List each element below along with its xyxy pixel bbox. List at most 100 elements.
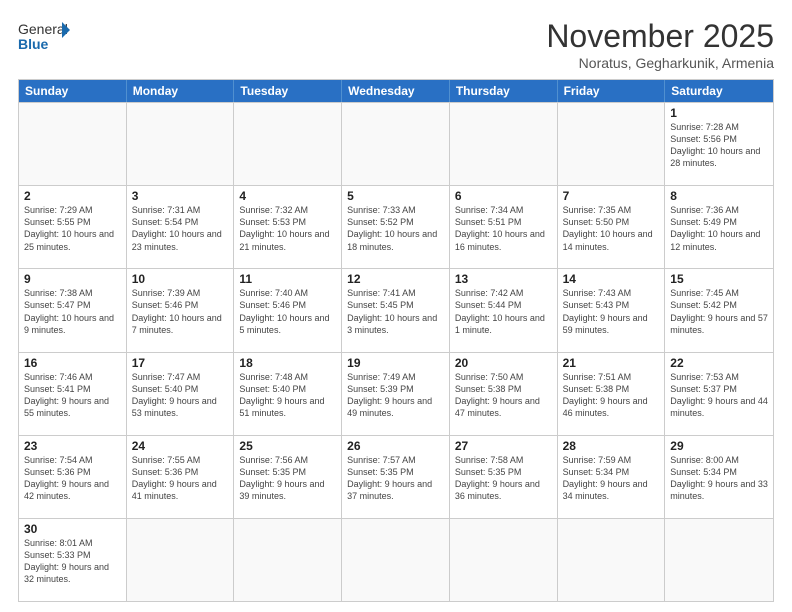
day-info: Sunrise: 7:40 AM Sunset: 5:46 PM Dayligh… <box>239 287 336 336</box>
day-22: 22Sunrise: 7:53 AM Sunset: 5:37 PM Dayli… <box>665 353 773 435</box>
calendar-week-6: 30Sunrise: 8:01 AM Sunset: 5:33 PM Dayli… <box>19 518 773 601</box>
day-info: Sunrise: 7:51 AM Sunset: 5:38 PM Dayligh… <box>563 371 660 420</box>
day-8: 8Sunrise: 7:36 AM Sunset: 5:49 PM Daylig… <box>665 186 773 268</box>
day-number: 10 <box>132 272 229 286</box>
empty-cell-w0-c1 <box>127 103 235 185</box>
day-number: 23 <box>24 439 121 453</box>
day-number: 22 <box>670 356 768 370</box>
day-info: Sunrise: 7:58 AM Sunset: 5:35 PM Dayligh… <box>455 454 552 503</box>
day-info: Sunrise: 7:59 AM Sunset: 5:34 PM Dayligh… <box>563 454 660 503</box>
calendar: Sunday Monday Tuesday Wednesday Thursday… <box>18 79 774 602</box>
day-info: Sunrise: 7:31 AM Sunset: 5:54 PM Dayligh… <box>132 204 229 253</box>
day-number: 13 <box>455 272 552 286</box>
calendar-week-2: 2Sunrise: 7:29 AM Sunset: 5:55 PM Daylig… <box>19 185 773 268</box>
day-number: 8 <box>670 189 768 203</box>
day-info: Sunrise: 7:29 AM Sunset: 5:55 PM Dayligh… <box>24 204 121 253</box>
day-number: 17 <box>132 356 229 370</box>
day-26: 26Sunrise: 7:57 AM Sunset: 5:35 PM Dayli… <box>342 436 450 518</box>
title-block: November 2025 Noratus, Gegharkunik, Arme… <box>546 18 774 71</box>
empty-cell-w0-c4 <box>450 103 558 185</box>
day-number: 7 <box>563 189 660 203</box>
day-9: 9Sunrise: 7:38 AM Sunset: 5:47 PM Daylig… <box>19 269 127 351</box>
day-14: 14Sunrise: 7:43 AM Sunset: 5:43 PM Dayli… <box>558 269 666 351</box>
day-24: 24Sunrise: 7:55 AM Sunset: 5:36 PM Dayli… <box>127 436 235 518</box>
day-3: 3Sunrise: 7:31 AM Sunset: 5:54 PM Daylig… <box>127 186 235 268</box>
day-12: 12Sunrise: 7:41 AM Sunset: 5:45 PM Dayli… <box>342 269 450 351</box>
day-info: Sunrise: 7:43 AM Sunset: 5:43 PM Dayligh… <box>563 287 660 336</box>
day-info: Sunrise: 8:00 AM Sunset: 5:34 PM Dayligh… <box>670 454 768 503</box>
day-info: Sunrise: 7:46 AM Sunset: 5:41 PM Dayligh… <box>24 371 121 420</box>
day-number: 20 <box>455 356 552 370</box>
month-title: November 2025 <box>546 18 774 55</box>
calendar-week-1: 1Sunrise: 7:28 AM Sunset: 5:56 PM Daylig… <box>19 102 773 185</box>
day-21: 21Sunrise: 7:51 AM Sunset: 5:38 PM Dayli… <box>558 353 666 435</box>
day-info: Sunrise: 7:32 AM Sunset: 5:53 PM Dayligh… <box>239 204 336 253</box>
day-number: 16 <box>24 356 121 370</box>
day-number: 6 <box>455 189 552 203</box>
svg-text:General: General <box>18 21 68 37</box>
day-18: 18Sunrise: 7:48 AM Sunset: 5:40 PM Dayli… <box>234 353 342 435</box>
day-info: Sunrise: 7:38 AM Sunset: 5:47 PM Dayligh… <box>24 287 121 336</box>
day-17: 17Sunrise: 7:47 AM Sunset: 5:40 PM Dayli… <box>127 353 235 435</box>
day-info: Sunrise: 7:42 AM Sunset: 5:44 PM Dayligh… <box>455 287 552 336</box>
header-sunday: Sunday <box>19 80 127 102</box>
day-10: 10Sunrise: 7:39 AM Sunset: 5:46 PM Dayli… <box>127 269 235 351</box>
day-number: 12 <box>347 272 444 286</box>
day-number: 25 <box>239 439 336 453</box>
day-number: 27 <box>455 439 552 453</box>
day-number: 5 <box>347 189 444 203</box>
location: Noratus, Gegharkunik, Armenia <box>546 55 774 71</box>
day-info: Sunrise: 7:55 AM Sunset: 5:36 PM Dayligh… <box>132 454 229 503</box>
day-number: 11 <box>239 272 336 286</box>
calendar-week-4: 16Sunrise: 7:46 AM Sunset: 5:41 PM Dayli… <box>19 352 773 435</box>
day-info: Sunrise: 7:28 AM Sunset: 5:56 PM Dayligh… <box>670 121 768 170</box>
empty-cell-w5-c4 <box>450 519 558 601</box>
day-2: 2Sunrise: 7:29 AM Sunset: 5:55 PM Daylig… <box>19 186 127 268</box>
day-number: 4 <box>239 189 336 203</box>
day-number: 30 <box>24 522 121 536</box>
day-info: Sunrise: 7:56 AM Sunset: 5:35 PM Dayligh… <box>239 454 336 503</box>
empty-cell-w0-c2 <box>234 103 342 185</box>
day-number: 29 <box>670 439 768 453</box>
day-27: 27Sunrise: 7:58 AM Sunset: 5:35 PM Dayli… <box>450 436 558 518</box>
day-number: 9 <box>24 272 121 286</box>
empty-cell-w0-c0 <box>19 103 127 185</box>
day-15: 15Sunrise: 7:45 AM Sunset: 5:42 PM Dayli… <box>665 269 773 351</box>
day-info: Sunrise: 7:34 AM Sunset: 5:51 PM Dayligh… <box>455 204 552 253</box>
day-info: Sunrise: 7:41 AM Sunset: 5:45 PM Dayligh… <box>347 287 444 336</box>
day-info: Sunrise: 7:57 AM Sunset: 5:35 PM Dayligh… <box>347 454 444 503</box>
header-wednesday: Wednesday <box>342 80 450 102</box>
calendar-header: Sunday Monday Tuesday Wednesday Thursday… <box>19 80 773 102</box>
calendar-week-3: 9Sunrise: 7:38 AM Sunset: 5:47 PM Daylig… <box>19 268 773 351</box>
page: General Blue November 2025 Noratus, Gegh… <box>0 0 792 612</box>
day-info: Sunrise: 7:45 AM Sunset: 5:42 PM Dayligh… <box>670 287 768 336</box>
empty-cell-w5-c1 <box>127 519 235 601</box>
day-29: 29Sunrise: 8:00 AM Sunset: 5:34 PM Dayli… <box>665 436 773 518</box>
day-info: Sunrise: 7:50 AM Sunset: 5:38 PM Dayligh… <box>455 371 552 420</box>
day-7: 7Sunrise: 7:35 AM Sunset: 5:50 PM Daylig… <box>558 186 666 268</box>
day-number: 28 <box>563 439 660 453</box>
day-20: 20Sunrise: 7:50 AM Sunset: 5:38 PM Dayli… <box>450 353 558 435</box>
day-16: 16Sunrise: 7:46 AM Sunset: 5:41 PM Dayli… <box>19 353 127 435</box>
day-25: 25Sunrise: 7:56 AM Sunset: 5:35 PM Dayli… <box>234 436 342 518</box>
day-info: Sunrise: 7:33 AM Sunset: 5:52 PM Dayligh… <box>347 204 444 253</box>
day-28: 28Sunrise: 7:59 AM Sunset: 5:34 PM Dayli… <box>558 436 666 518</box>
day-info: Sunrise: 7:47 AM Sunset: 5:40 PM Dayligh… <box>132 371 229 420</box>
empty-cell-w0-c5 <box>558 103 666 185</box>
day-info: Sunrise: 7:48 AM Sunset: 5:40 PM Dayligh… <box>239 371 336 420</box>
day-19: 19Sunrise: 7:49 AM Sunset: 5:39 PM Dayli… <box>342 353 450 435</box>
header-friday: Friday <box>558 80 666 102</box>
day-number: 21 <box>563 356 660 370</box>
empty-cell-w5-c5 <box>558 519 666 601</box>
header-monday: Monday <box>127 80 235 102</box>
header-tuesday: Tuesday <box>234 80 342 102</box>
day-1: 1Sunrise: 7:28 AM Sunset: 5:56 PM Daylig… <box>665 103 773 185</box>
header-saturday: Saturday <box>665 80 773 102</box>
day-13: 13Sunrise: 7:42 AM Sunset: 5:44 PM Dayli… <box>450 269 558 351</box>
logo: General Blue <box>18 18 70 54</box>
day-info: Sunrise: 7:36 AM Sunset: 5:49 PM Dayligh… <box>670 204 768 253</box>
day-number: 19 <box>347 356 444 370</box>
day-number: 15 <box>670 272 768 286</box>
day-number: 1 <box>670 106 768 120</box>
day-number: 3 <box>132 189 229 203</box>
